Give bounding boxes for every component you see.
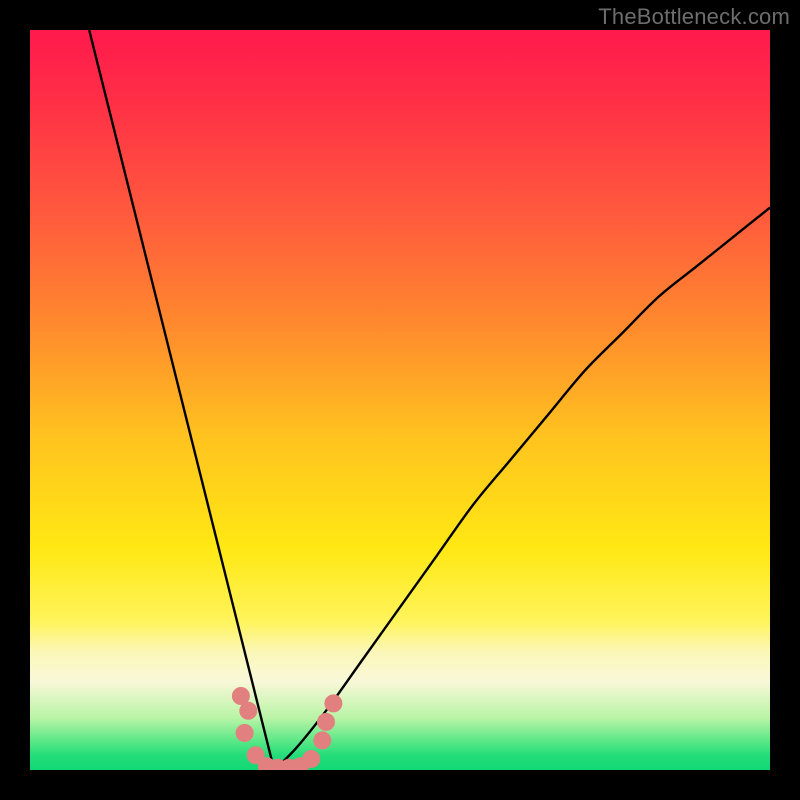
marker-dot [313, 731, 331, 749]
curve-left-branch [89, 30, 274, 770]
marker-dot [239, 702, 257, 720]
plot-area [30, 30, 770, 770]
curve-layer [30, 30, 770, 770]
chart-frame: TheBottleneck.com [0, 0, 800, 800]
curve-right-branch [274, 208, 770, 770]
marker-dot [324, 694, 342, 712]
marker-dot [302, 750, 320, 768]
marker-dot [317, 713, 335, 731]
watermark-text: TheBottleneck.com [598, 4, 790, 30]
marker-dot [236, 724, 254, 742]
